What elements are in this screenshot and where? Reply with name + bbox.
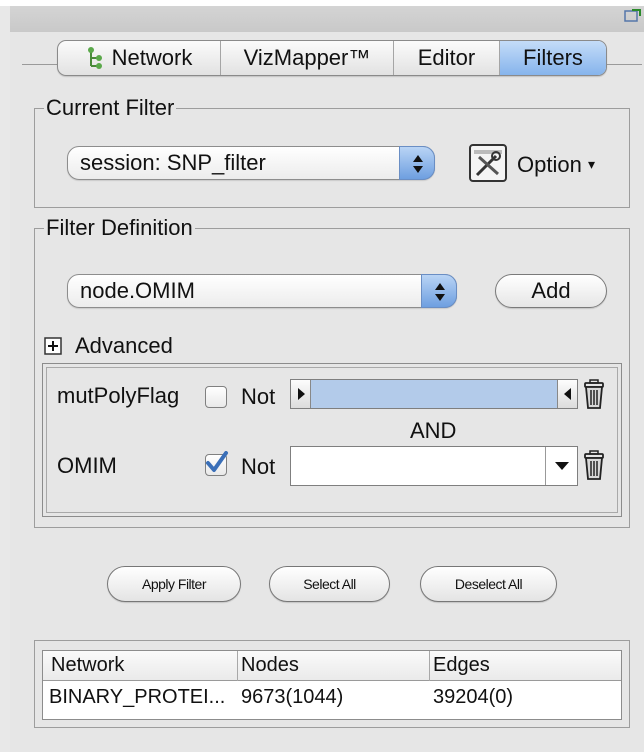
tab-filters-label: Filters <box>523 45 583 70</box>
row-omim-not-label: Not <box>241 454 276 479</box>
current-filter-stepper <box>399 146 435 180</box>
tab-network[interactable]: Network <box>58 41 221 75</box>
tab-network-label: Network <box>111 45 193 70</box>
header-nodes[interactable]: Nodes <box>241 654 299 677</box>
table-header-row <box>43 651 621 681</box>
row-omim-not-checkbox[interactable] <box>205 451 228 476</box>
header-edges[interactable]: Edges <box>433 654 490 677</box>
tab-vizmapper[interactable]: VizMapper™ <box>221 41 394 75</box>
current-filter-select[interactable]: session: SNP_filter <box>67 146 435 180</box>
apply-filter-button[interactable]: Apply Filter <box>107 566 241 602</box>
add-button[interactable]: Add <box>495 274 607 308</box>
column-separator[interactable] <box>429 651 430 681</box>
joiner-and-label: AND <box>410 418 457 443</box>
omim-value-combo[interactable] <box>290 446 578 486</box>
cell-edges[interactable]: 39204(0) <box>433 686 513 709</box>
checkmark-icon <box>206 451 228 472</box>
slider-left-handle[interactable] <box>291 380 311 408</box>
deselect-all-button[interactable]: Deselect All <box>420 566 557 602</box>
title-bar <box>10 6 644 32</box>
select-all-button[interactable]: Select All <box>269 566 390 602</box>
mutpolyflag-range-slider[interactable] <box>290 379 578 409</box>
filter-definition-legend: Filter Definition <box>44 215 195 241</box>
panel-tabs: Network VizMapper™ Editor Filters <box>57 40 607 76</box>
trash-icon[interactable] <box>582 378 606 410</box>
attribute-select-value: node.OMIM <box>80 278 195 303</box>
cell-network[interactable]: BINARY_PROTEI... <box>49 686 225 709</box>
tab-vizmapper-label: VizMapper™ <box>243 45 371 70</box>
omim-combo-dropdown[interactable] <box>545 447 577 485</box>
up-down-arrows-icon <box>435 283 445 301</box>
option-menu[interactable]: Option ▾ <box>517 152 595 178</box>
apply-filter-button-label: Apply Filter <box>141 576 207 592</box>
trash-icon[interactable] <box>582 449 606 481</box>
current-filter-legend: Current Filter <box>44 95 177 121</box>
row-mutpolyflag-not-label: Not <box>241 384 276 409</box>
row-omim-label: OMIM <box>57 453 117 478</box>
cell-nodes[interactable]: 9673(1044) <box>241 686 343 709</box>
option-caret-icon: ▾ <box>587 156 595 172</box>
filter-options-icon[interactable] <box>468 143 508 183</box>
up-down-arrows-icon <box>413 155 423 173</box>
advanced-label: Advanced <box>75 333 173 358</box>
current-filter-value: session: SNP_filter <box>80 150 266 175</box>
chevron-down-icon <box>555 462 569 470</box>
tab-filters[interactable]: Filters <box>500 41 606 75</box>
bottom-edge <box>0 752 644 756</box>
column-separator[interactable] <box>237 651 238 681</box>
row-mutpolyflag-label: mutPolyFlag <box>57 383 180 408</box>
slider-right-handle[interactable] <box>557 380 577 408</box>
add-button-label: Add <box>531 278 571 303</box>
triangle-right-icon <box>298 388 305 400</box>
expand-advanced-icon[interactable] <box>44 337 62 355</box>
row-mutpolyflag-not-checkbox[interactable] <box>205 386 227 408</box>
tab-editor-label: Editor <box>417 45 476 70</box>
tab-editor[interactable]: Editor <box>394 41 500 75</box>
header-network[interactable]: Network <box>51 654 124 677</box>
network-tree-icon <box>87 47 102 69</box>
option-menu-label: Option <box>517 152 582 177</box>
select-all-button-label: Select All <box>303 576 356 592</box>
attribute-select[interactable]: node.OMIM <box>67 274 457 308</box>
float-window-icon[interactable] <box>624 8 642 24</box>
triangle-left-icon <box>564 388 571 400</box>
results-table: Network Nodes Edges BINARY_PROTEI... 967… <box>42 650 622 720</box>
attribute-stepper <box>421 274 457 308</box>
deselect-all-button-label: Deselect All <box>454 576 523 592</box>
